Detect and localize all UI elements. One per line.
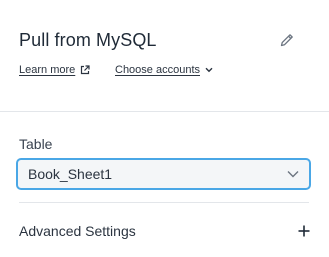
page-title: Pull from MySQL: [19, 30, 157, 50]
panel-header: Pull from MySQL: [19, 30, 309, 56]
advanced-settings-label: Advanced Settings: [19, 223, 136, 239]
mysql-settings-panel: Pull from MySQL Learn more Choose accoun…: [0, 0, 329, 257]
pencil-icon: [280, 34, 293, 47]
learn-more-link[interactable]: Learn more: [19, 64, 90, 76]
chevron-down-icon: [287, 171, 299, 178]
chevron-down-icon: [205, 67, 213, 73]
table-field-label: Table: [19, 136, 53, 152]
section-divider: [0, 111, 329, 112]
choose-accounts-label: Choose accounts: [115, 64, 200, 76]
plus-icon: [298, 225, 310, 237]
edit-title-button[interactable]: [279, 32, 297, 50]
table-select[interactable]: Book_Sheet1: [16, 158, 311, 190]
section-divider: [19, 202, 309, 203]
advanced-settings-toggle[interactable]: Advanced Settings: [19, 222, 311, 242]
learn-more-label: Learn more: [19, 64, 76, 76]
external-link-icon: [81, 65, 90, 75]
choose-accounts-dropdown[interactable]: Choose accounts: [115, 64, 213, 76]
table-select-value: Book_Sheet1: [28, 166, 113, 182]
